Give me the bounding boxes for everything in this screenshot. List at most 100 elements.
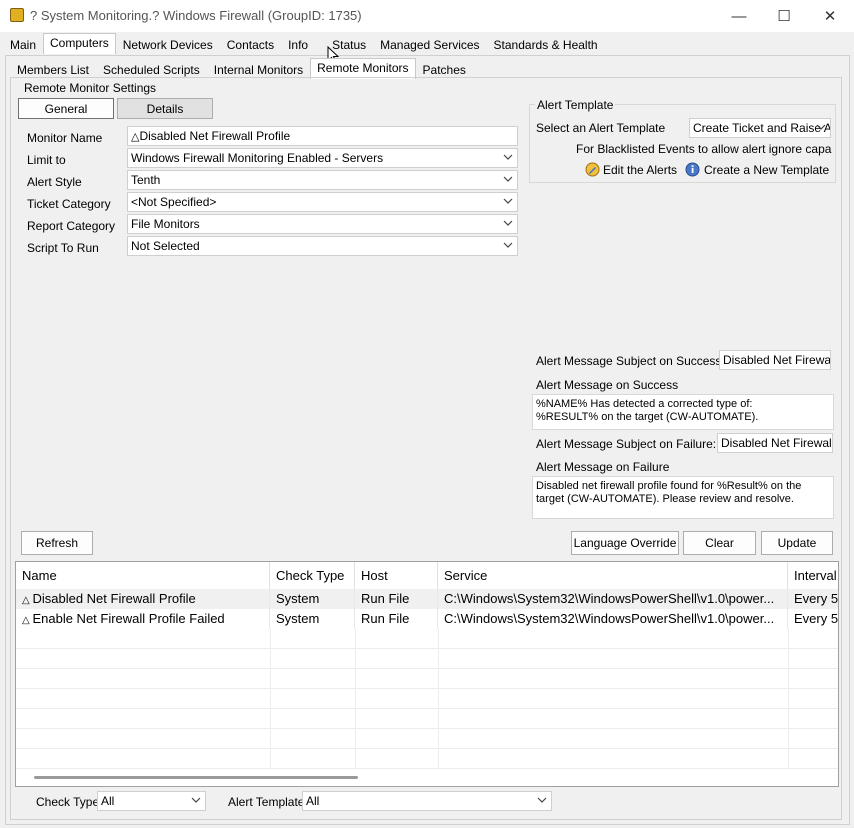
column-header-interval[interactable]: Interval <box>788 562 838 590</box>
limit-to-select[interactable]: Windows Firewall Monitoring Enabled - Se… <box>127 148 518 168</box>
update-button[interactable]: Update <box>761 531 833 555</box>
script-to-run-select[interactable]: Not Selected <box>127 236 518 256</box>
monitors-grid: Name Check Type Host Service Interval △ … <box>15 561 839 787</box>
table-row[interactable]: △ Disabled Net Firewall Profile System R… <box>16 589 838 609</box>
monitor-name-label: Monitor Name <box>27 131 103 145</box>
row-host-cell: Run File <box>355 589 438 609</box>
main-tab-bar: Main Computers Network Devices Contacts … <box>3 33 605 54</box>
row-name-cell: △ Disabled Net Firewall Profile <box>16 589 270 609</box>
column-header-name[interactable]: Name <box>16 562 270 590</box>
alert-template-value: Create Ticket and Raise A <box>693 121 831 135</box>
empty-row <box>16 629 838 649</box>
chevron-down-icon <box>191 795 201 805</box>
chevron-down-icon <box>816 122 826 132</box>
empty-row <box>16 709 838 729</box>
row-interval-cell: Every 5 <box>794 591 839 606</box>
script-to-run-value: Not Selected <box>131 239 200 253</box>
grid-column-line <box>270 629 271 769</box>
alert-template-select[interactable]: Create Ticket and Raise A <box>689 118 831 138</box>
monitor-name-field[interactable]: △Disabled Net Firewall Profile <box>127 126 518 146</box>
row-host-cell: Run File <box>355 609 438 629</box>
select-alert-template-label: Select an Alert Template <box>536 121 666 135</box>
empty-row <box>16 669 838 689</box>
ticket-category-value: <Not Specified> <box>131 195 217 209</box>
tab-contacts[interactable]: Contacts <box>220 35 281 54</box>
tab-network-devices[interactable]: Network Devices <box>116 35 220 54</box>
ticket-category-label: Ticket Category <box>27 197 111 211</box>
language-override-button[interactable]: Language Override <box>571 531 679 555</box>
grid-column-line <box>355 629 356 769</box>
limit-to-label: Limit to <box>27 153 66 167</box>
ticket-category-select[interactable]: <Not Specified> <box>127 192 518 212</box>
refresh-button[interactable]: Refresh <box>21 531 93 555</box>
failure-subject-label: Alert Message Subject on Failure: <box>536 437 717 451</box>
failure-message-label: Alert Message on Failure <box>536 460 670 474</box>
create-template-link[interactable]: Create a New Template <box>685 162 829 177</box>
remote-monitor-settings-label: Remote Monitor Settings <box>24 81 157 95</box>
tab-remote-monitors[interactable]: Remote Monitors <box>310 58 416 79</box>
alert-template-filter-value: All <box>306 794 320 808</box>
empty-row <box>16 749 838 769</box>
tab-standards-health[interactable]: Standards & Health <box>487 35 605 54</box>
grid-column-line <box>788 629 789 769</box>
tab-computers[interactable]: Computers <box>43 33 116 54</box>
horizontal-scrollbar[interactable] <box>34 776 358 779</box>
success-message-textarea[interactable]: %NAME% Has detected a corrected type of:… <box>532 394 834 430</box>
check-type-filter-label: Check Type <box>36 795 100 809</box>
details-tab-button[interactable]: Details <box>117 98 213 119</box>
success-message-label: Alert Message on Success <box>536 378 679 392</box>
chevron-down-icon <box>503 196 513 206</box>
maximize-button[interactable]: ☐ <box>761 0 807 32</box>
column-header-service[interactable]: Service <box>438 562 788 590</box>
chevron-down-icon <box>503 152 513 162</box>
check-type-filter-select[interactable]: All <box>97 791 206 811</box>
app-icon <box>10 8 24 22</box>
failure-message-textarea[interactable]: Disabled net firewall profile found for … <box>532 476 834 519</box>
grid-column-line <box>438 629 439 769</box>
tab-info[interactable]: Info <box>281 35 325 54</box>
alert-template-filter-label: Alert Template <box>228 795 305 809</box>
table-row[interactable]: △ Enable Net Firewall Profile Failed Sys… <box>16 609 838 629</box>
minimize-button[interactable]: — <box>716 0 762 32</box>
alert-style-value: Tenth <box>131 173 161 187</box>
empty-row <box>16 729 838 749</box>
limit-to-value: Windows Firewall Monitoring Enabled - Se… <box>131 151 384 165</box>
success-subject-field[interactable]: Disabled Net Firewall P <box>719 350 831 370</box>
tab-main[interactable]: Main <box>3 35 43 54</box>
alert-template-filter-select[interactable]: All <box>302 791 552 811</box>
chevron-down-icon <box>537 795 547 805</box>
row-service-cell: C:\Windows\System32\WindowsPowerShell\v1… <box>438 609 788 629</box>
general-tab-button[interactable]: General <box>18 98 114 119</box>
report-category-value: File Monitors <box>131 217 200 231</box>
monitor-name-value: Disabled Net Firewall Profile <box>139 129 291 143</box>
clear-button[interactable]: Clear <box>683 531 756 555</box>
failure-subject-field[interactable]: Disabled Net Firewall Pr <box>717 433 833 453</box>
warning-triangle-icon: △ <box>22 615 33 626</box>
window-title: ? System Monitoring.? Windows Firewall (… <box>30 8 362 23</box>
warning-triangle-icon: △ <box>22 595 33 606</box>
row-name-cell: △ Enable Net Firewall Profile Failed <box>16 609 270 629</box>
tab-managed-services[interactable]: Managed Services <box>373 35 486 54</box>
empty-row <box>16 649 838 669</box>
column-header-check-type[interactable]: Check Type <box>270 562 355 590</box>
check-type-filter-value: All <box>101 794 115 808</box>
edit-pencil-icon <box>585 162 600 177</box>
edit-alerts-link[interactable]: Edit the Alerts <box>585 162 677 177</box>
chevron-down-icon <box>503 174 513 184</box>
report-category-select[interactable]: File Monitors <box>127 214 518 234</box>
column-header-host[interactable]: Host <box>355 562 438 590</box>
alert-style-label: Alert Style <box>27 175 82 189</box>
alert-template-group-label: Alert Template <box>535 98 616 112</box>
close-button[interactable]: ✕ <box>807 0 853 32</box>
row-check-type-cell: System <box>270 589 355 609</box>
row-service-cell: C:\Windows\System32\WindowsPowerShell\v1… <box>438 589 788 609</box>
success-subject-label: Alert Message Subject on Success: <box>536 354 725 368</box>
title-bar: ? System Monitoring.? Windows Firewall (… <box>0 0 854 32</box>
row-check-type-cell: System <box>270 609 355 629</box>
chevron-down-icon <box>503 218 513 228</box>
script-to-run-label: Script To Run <box>27 241 99 255</box>
report-category-label: Report Category <box>27 219 116 233</box>
info-icon <box>685 162 700 177</box>
row-interval-cell: Every 5 <box>794 611 839 626</box>
alert-style-select[interactable]: Tenth <box>127 170 518 190</box>
